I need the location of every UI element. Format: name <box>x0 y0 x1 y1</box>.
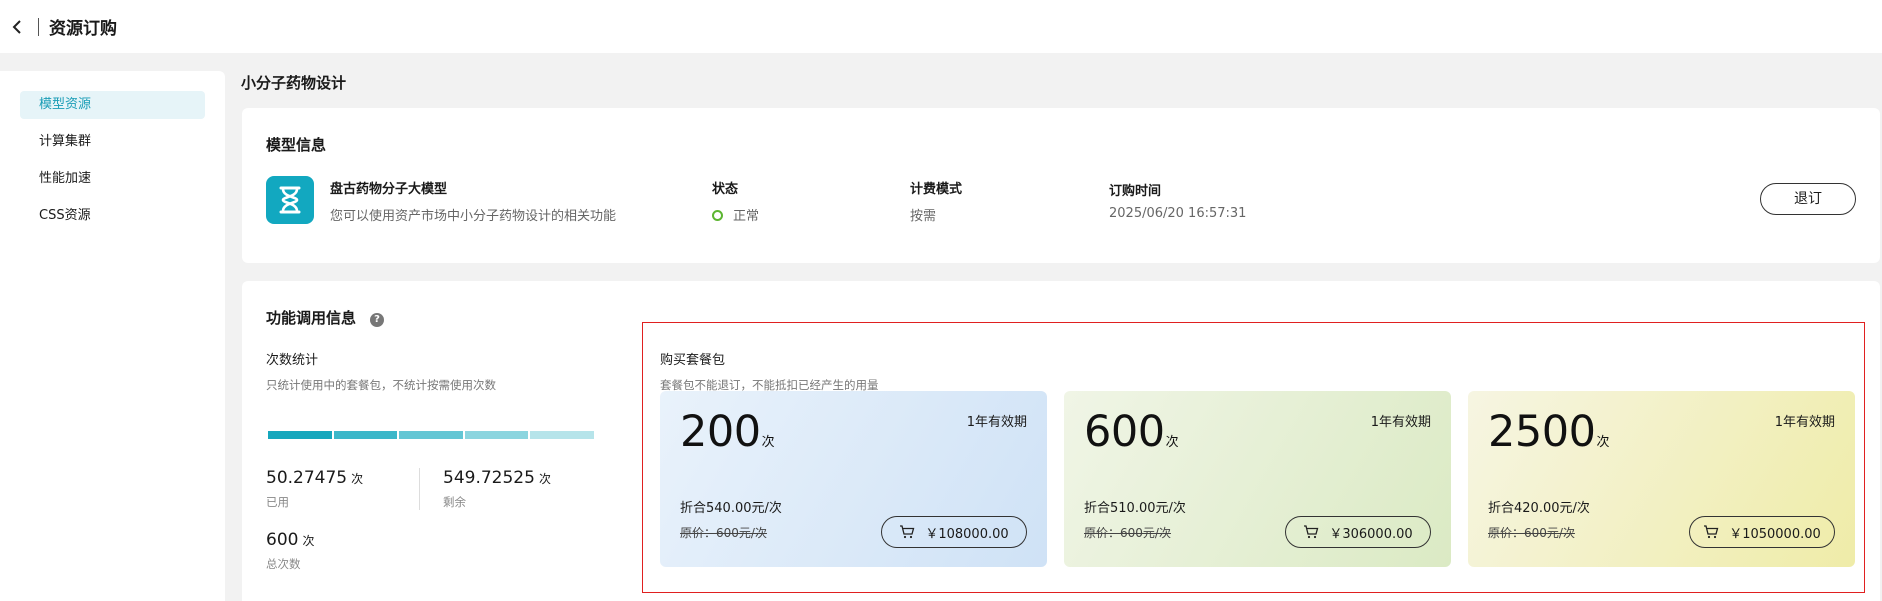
usage-heading-text: 功能调用信息 <box>266 309 357 327</box>
package-validity: 1年有效期 <box>966 415 1027 430</box>
top-bar: 资源订购 <box>0 0 1882 53</box>
billing-mode-value: 按需 <box>910 209 937 224</box>
model-info-heading: 模型信息 <box>266 136 327 154</box>
title-divider <box>38 17 39 36</box>
remaining-count-unit: 次 <box>538 472 551 486</box>
total-label: 总次数 <box>266 557 301 571</box>
package-price: ￥306000.00 <box>1329 526 1413 542</box>
used-label: 已用 <box>266 495 289 509</box>
package-card: 600次 1年有效期 折合510.00元/次 原价：600元/次 ￥306000… <box>1064 391 1451 567</box>
cart-icon <box>900 525 915 539</box>
used-count: 50.27475 次 <box>266 468 363 488</box>
package-discount-price: 折合420.00元/次 <box>1488 501 1590 516</box>
bar-segment <box>333 431 398 439</box>
status-value: 正常 <box>712 205 759 224</box>
status-label: 状态 <box>712 182 739 197</box>
package-discount-price: 折合510.00元/次 <box>1084 501 1186 516</box>
package-count-value: 200 <box>680 407 761 457</box>
cart-icon <box>1304 525 1319 539</box>
packages-title: 购买套餐包 <box>660 353 726 368</box>
bar-segment <box>530 431 594 439</box>
billing-mode-label: 计费模式 <box>910 182 963 197</box>
package-card: 2500次 1年有效期 折合420.00元/次 原价：600元/次 ￥10500… <box>1468 391 1855 567</box>
order-time-label: 订购时间 <box>1109 184 1162 199</box>
back-icon[interactable] <box>6 16 28 38</box>
package-count: 600次 <box>1084 407 1179 457</box>
package-discount-price: 折合540.00元/次 <box>680 501 782 516</box>
package-count-unit: 次 <box>761 435 775 450</box>
total-count-value: 600 <box>266 530 299 550</box>
package-purchase-section: 购买套餐包 套餐包不能退订，不能抵扣已经产生的用量 200次 1年有效期 折合5… <box>642 322 1865 593</box>
remaining-count-value: 549.72525 <box>443 468 535 488</box>
used-count-unit: 次 <box>351 472 364 486</box>
usage-progress-bar <box>268 431 594 439</box>
product-name: 盘古药物分子大模型 <box>330 182 448 197</box>
package-count: 2500次 <box>1488 407 1609 457</box>
unsubscribe-button[interactable]: 退订 <box>1760 183 1856 215</box>
sidebar-item-model-resources[interactable]: 模型资源 <box>20 91 205 119</box>
package-count: 200次 <box>680 407 775 457</box>
bar-segment <box>268 431 332 439</box>
package-original-price: 原价：600元/次 <box>680 526 767 540</box>
package-count-value: 600 <box>1084 407 1165 457</box>
sidebar-item-css-resources[interactable]: CSS资源 <box>20 202 205 230</box>
total-count-unit: 次 <box>302 534 315 548</box>
sidebar-item-compute-cluster[interactable]: 计算集群 <box>20 128 205 156</box>
cart-icon <box>1704 525 1719 539</box>
package-price: ￥1050000.00 <box>1729 526 1821 542</box>
sidebar-item-performance[interactable]: 性能加速 <box>20 165 205 193</box>
buy-package-button[interactable]: ￥1050000.00 <box>1689 516 1835 548</box>
usage-heading: 功能调用信息? <box>266 307 385 328</box>
status-ok-icon <box>712 210 723 221</box>
stat-divider <box>419 468 420 510</box>
package-validity: 1年有效期 <box>1774 415 1835 430</box>
help-icon[interactable]: ? <box>370 313 385 327</box>
product-description: 您可以使用资产市场中小分子药物设计的相关功能 <box>330 209 617 224</box>
package-validity: 1年有效期 <box>1370 415 1431 430</box>
page-header-title: 资源订购 <box>49 19 117 39</box>
order-time-value: 2025/06/20 16:57:31 <box>1109 206 1247 221</box>
package-count-unit: 次 <box>1165 435 1179 450</box>
sidebar: 模型资源 计算集群 性能加速 CSS资源 <box>0 71 225 601</box>
count-stats-title: 次数统计 <box>266 353 319 368</box>
buy-package-button[interactable]: ￥306000.00 <box>1285 516 1431 548</box>
model-info-card: 模型信息 盘古药物分子大模型 您可以使用资产市场中小分子药物设计的相关功能 状态… <box>242 108 1880 263</box>
buy-package-button[interactable]: ￥108000.00 <box>881 516 1027 548</box>
package-original-price: 原价：600元/次 <box>1084 526 1171 540</box>
total-count: 600 次 <box>266 530 314 550</box>
package-price: ￥108000.00 <box>925 526 1009 542</box>
status-text: 正常 <box>733 209 760 224</box>
hourglass-icon <box>266 176 314 224</box>
package-original-price: 原价：600元/次 <box>1488 526 1575 540</box>
package-card: 200次 1年有效期 折合540.00元/次 原价：600元/次 ￥108000… <box>660 391 1047 567</box>
remaining-count: 549.72525 次 <box>443 468 551 488</box>
package-count-value: 2500 <box>1488 407 1596 457</box>
bar-segment <box>464 431 529 439</box>
package-count-unit: 次 <box>1596 435 1610 450</box>
bar-segment <box>399 431 463 439</box>
used-count-value: 50.27475 <box>266 468 348 488</box>
remaining-label: 剩余 <box>443 495 466 509</box>
page-title: 小分子药物设计 <box>241 74 347 92</box>
count-stats-note: 只统计使用中的套餐包，不统计按需使用次数 <box>266 378 496 392</box>
